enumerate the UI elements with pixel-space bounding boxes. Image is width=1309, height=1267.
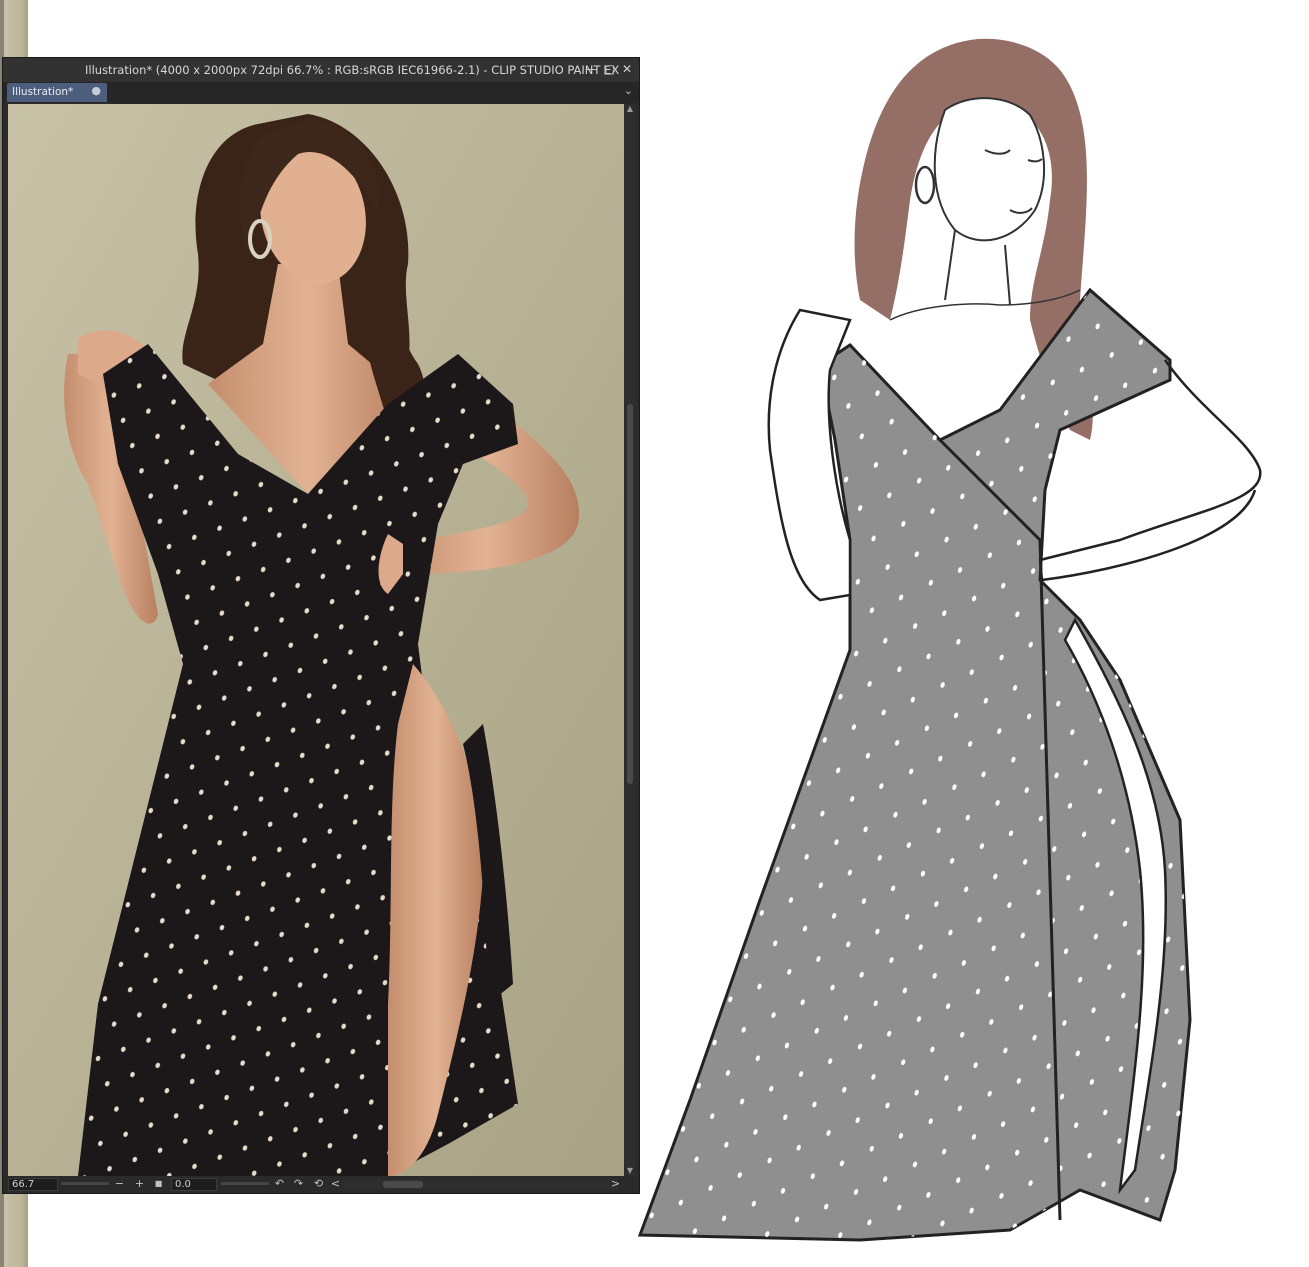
zoom-slider[interactable] (61, 1182, 109, 1185)
zoom-percent-field[interactable]: 66.7 (8, 1178, 58, 1191)
rotate-right-button[interactable]: ↷ (292, 1177, 305, 1191)
document-tab-bar: Illustration* ● ⌄ (3, 82, 639, 103)
reset-rotation-button[interactable]: ⟲ (312, 1177, 325, 1191)
rotate-left-button[interactable]: ↶ (273, 1177, 286, 1191)
fit-view-button[interactable]: ■ (152, 1177, 165, 1191)
title-bar[interactable]: Illustration* (4000 x 2000px 72dpi 66.7%… (3, 58, 639, 82)
horizontal-scroll-thumb[interactable] (383, 1181, 423, 1188)
scroll-left-arrow-icon[interactable]: < (329, 1177, 342, 1191)
clip-studio-window[interactable]: Illustration* (4000 x 2000px 72dpi 66.7%… (2, 57, 640, 1194)
window-title: Illustration* (4000 x 2000px 72dpi 66.7%… (85, 63, 620, 77)
reference-photo (8, 104, 624, 1176)
zoom-out-button[interactable]: − (113, 1177, 126, 1191)
tab-close-icon[interactable]: ● (91, 84, 101, 97)
rotation-angle-field[interactable]: 0.0 (171, 1178, 217, 1191)
tab-label: Illustration* (12, 86, 74, 98)
navigator-status-bar: 66.7 − + ■ 0.0 ↶ ↷ ⟲ < > (3, 1176, 639, 1193)
tab-illustration[interactable]: Illustration* ● (7, 83, 107, 102)
canvas-viewport[interactable] (8, 104, 624, 1176)
zoom-in-button[interactable]: + (133, 1177, 146, 1191)
sketch-illustration (637, 38, 1262, 1242)
rotation-slider[interactable] (221, 1182, 269, 1185)
